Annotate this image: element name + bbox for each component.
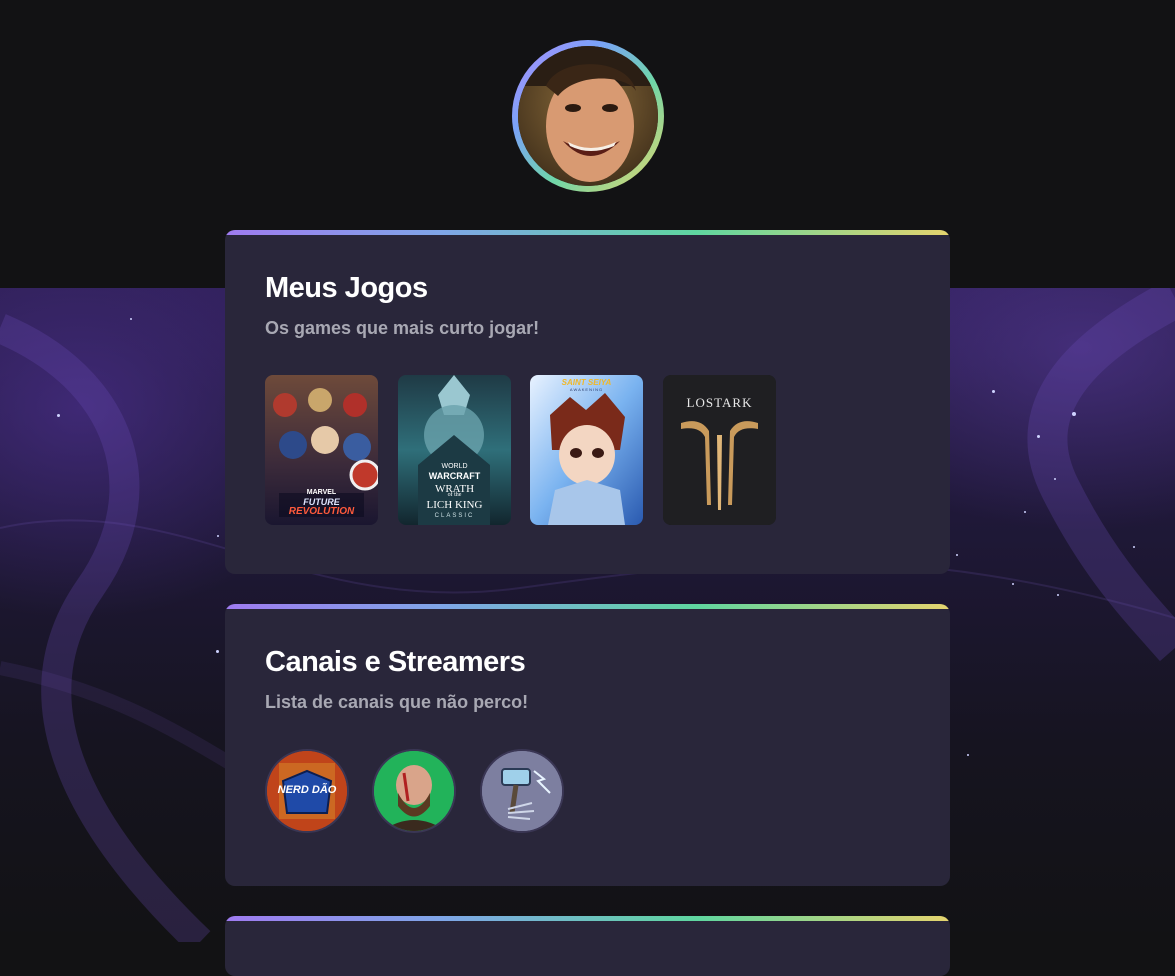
game-cover-marvel-future-revolution[interactable]: MARVEL FUTURE REVOLUTION [265, 375, 378, 525]
game-cover-label: LICH KING [426, 499, 483, 511]
game-cover-label: SAINT SEIYA [561, 378, 612, 387]
profile-avatar[interactable] [512, 40, 664, 192]
channel-logo-text: NERD DÃO [277, 784, 337, 796]
channel-nerd-dao[interactable]: NERD DÃO [265, 749, 349, 833]
channels-card: Canais e Streamers Lista de canais que n… [225, 604, 950, 886]
game-cover-label: of the [447, 492, 462, 498]
games-card-title: Meus Jogos [265, 272, 428, 304]
streamer-photo-icon [374, 751, 454, 831]
game-cover-wow-wotlk-classic[interactable]: WORLD WARCRAFT WRATH of the LICH KING CL… [398, 375, 511, 525]
channel-streamer[interactable] [372, 749, 456, 833]
games-card-subtitle: Os games que mais curto jogar! [265, 318, 540, 338]
user-photo-icon [518, 46, 658, 186]
avatar [518, 46, 658, 186]
next-card [225, 916, 950, 976]
channel-hammer[interactable] [480, 749, 564, 833]
game-cover-label: CLASSIC [434, 513, 475, 519]
game-cover-label: WARCRAFT [428, 471, 481, 481]
channels-card-subtitle: Lista de canais que não perco! [265, 692, 529, 712]
game-cover-lost-ark[interactable]: LOSTARK [663, 375, 776, 525]
hammer-icon [482, 751, 562, 831]
game-cover-saint-seiya-awakening[interactable]: SAINT SEIYA AWAKENING [530, 375, 643, 525]
games-card: Meus Jogos Os games que mais curto jogar… [225, 230, 950, 574]
channels-card-title: Canais e Streamers [265, 646, 526, 678]
anime-hero-icon [530, 375, 643, 525]
game-cover-label: MARVEL [306, 489, 337, 496]
game-cover-label: REVOLUTION [288, 506, 355, 517]
game-cover-label: WORLD [441, 463, 468, 470]
game-cover-label: LOSTARK [686, 395, 753, 410]
game-cover-label: AWAKENING [569, 387, 604, 392]
